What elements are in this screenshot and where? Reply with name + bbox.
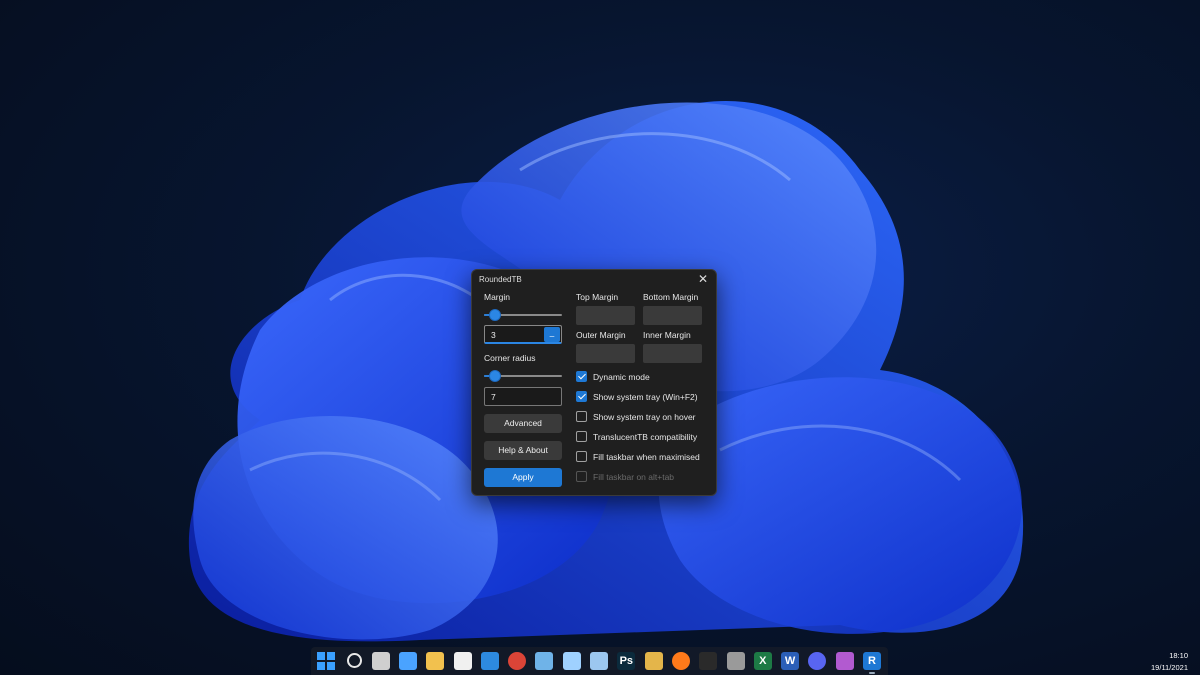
file-explorer-icon[interactable] [426, 652, 445, 670]
start-icon[interactable] [317, 652, 335, 670]
search-icon[interactable] [347, 653, 363, 668]
roundedtb-icon[interactable]: R [863, 652, 881, 674]
terminal-icon[interactable] [699, 652, 718, 670]
notepad-icon[interactable] [562, 652, 581, 670]
inner-margin-field[interactable] [643, 344, 702, 363]
checkbox-box[interactable] [576, 371, 587, 382]
checkbox-label: Dynamic mode [593, 372, 650, 382]
advanced-button[interactable]: Advanced [484, 414, 562, 433]
photoshop-glyph: Ps [619, 655, 634, 667]
outer-margin-label: Outer Margin [576, 330, 626, 340]
excel-icon[interactable]: X [753, 652, 772, 670]
checkbox-label: Show system tray on hover [593, 412, 696, 422]
clock-time: 18:10 [1169, 651, 1188, 660]
roundedtb-glyph: R [868, 655, 876, 667]
bottom-margin-label: Bottom Margin [643, 292, 699, 302]
mail-icon[interactable] [480, 652, 499, 670]
close-icon[interactable]: ✕ [696, 272, 710, 286]
corner-radius-input[interactable]: 7 [484, 387, 562, 406]
top-margin-field[interactable] [576, 306, 635, 325]
photos-icon[interactable] [590, 652, 608, 670]
margin-slider[interactable] [484, 309, 562, 321]
title-bar[interactable]: RoundedTB ✕ [472, 270, 716, 290]
discord-icon[interactable] [808, 652, 827, 670]
inner-margin-label: Inner Margin [643, 330, 691, 340]
checkbox-box[interactable] [576, 391, 587, 402]
checkbox-box[interactable] [576, 411, 587, 422]
slider-thumb[interactable] [489, 370, 502, 382]
store-icon[interactable] [453, 652, 472, 670]
checkbox-box [576, 471, 587, 482]
checkbox-box[interactable] [576, 431, 587, 442]
control-panel-icon[interactable] [535, 652, 554, 670]
calculator-icon[interactable] [726, 652, 745, 670]
apply-button[interactable]: Apply [484, 468, 562, 487]
corner-radius-value: 7 [491, 392, 496, 402]
firefox-icon[interactable] [671, 652, 690, 670]
checkbox-label: Fill taskbar when maximised [593, 452, 700, 462]
excel-glyph: X [759, 655, 767, 667]
top-margin-label: Top Margin [576, 292, 619, 302]
checkbox-label: Fill taskbar on alt+tab [593, 472, 675, 482]
margin-spin-button[interactable]: _ [544, 327, 560, 342]
bottom-margin-field[interactable] [643, 306, 702, 325]
checkbox-label: TranslucentTB compatibility [593, 432, 698, 442]
window-title: RoundedTB [479, 275, 522, 284]
margin-input[interactable]: 3 _ [484, 325, 562, 344]
paint-icon[interactable] [644, 652, 663, 670]
media-player-icon[interactable] [835, 652, 854, 670]
chrome-icon[interactable] [508, 652, 527, 670]
clock-date: 19/11/2021 [1151, 663, 1188, 672]
checkbox-label: Show system tray (Win+F2) [593, 392, 698, 402]
help-about-button[interactable]: Help & About [484, 441, 562, 460]
margin-value: 3 [491, 330, 496, 340]
corner-radius-label: Corner radius [484, 353, 536, 363]
taskbar: Ps X W R [311, 647, 888, 675]
corner-radius-slider[interactable] [484, 370, 562, 382]
widgets-icon[interactable] [398, 652, 417, 670]
system-clock[interactable]: 18:10 19/11/2021 [1151, 650, 1188, 674]
checkbox-box[interactable] [576, 451, 587, 462]
roundedtb-window: RoundedTB ✕ Margin 3 _ Corner radius 7 A… [471, 269, 717, 496]
outer-margin-field[interactable] [576, 344, 635, 363]
word-icon[interactable]: W [781, 652, 800, 670]
photoshop-icon[interactable]: Ps [617, 652, 636, 670]
task-view-icon[interactable] [371, 652, 390, 670]
word-glyph: W [784, 655, 796, 667]
slider-thumb[interactable] [489, 309, 502, 321]
margin-label: Margin [484, 292, 510, 302]
